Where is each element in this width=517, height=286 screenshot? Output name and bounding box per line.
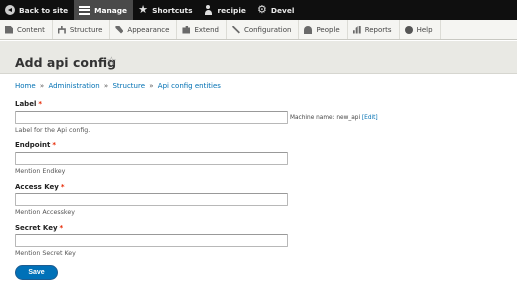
page-title: Add api config	[15, 55, 117, 70]
required-marker: *	[52, 141, 56, 149]
tray-item-label: People	[316, 25, 340, 34]
user-tab[interactable]: recipie	[198, 0, 251, 20]
breadcrumb-separator: »	[103, 82, 109, 90]
secret-key-description: Mention Secret Key	[15, 250, 76, 257]
tray-item-label: Reports	[364, 25, 392, 34]
tray-item-label: Content	[17, 25, 45, 34]
tray-item-label: Configuration	[243, 25, 292, 34]
tray-item-appearance[interactable]: Appearance	[110, 20, 178, 39]
back-to-site-link[interactable]: Back to site	[0, 0, 74, 20]
endpoint-field-label-text: Endpoint	[15, 141, 51, 149]
tray-item-label: Help	[416, 25, 433, 34]
label-input[interactable]	[15, 111, 288, 124]
tray-item-structure[interactable]: Structure	[53, 20, 111, 39]
breadcrumb-separator: »	[149, 82, 154, 90]
breadcrumb-api-config-entities[interactable]: Api config entities	[158, 82, 221, 90]
breadcrumb-home[interactable]: Home	[15, 82, 36, 90]
content-icon	[5, 25, 13, 34]
tray-item-people[interactable]: People	[299, 20, 348, 39]
hamburger-menu-icon	[79, 5, 91, 15]
tray-item-extend[interactable]: Extend	[177, 20, 227, 39]
help-icon	[404, 25, 413, 34]
breadcrumb: Home » Administration » Structure » Api …	[15, 82, 221, 90]
shortcut-star-icon[interactable]: ☆	[106, 54, 117, 68]
secret-key-field-label-text: Secret Key	[15, 224, 58, 232]
back-to-site-label: Back to site	[19, 5, 69, 15]
access-key-input[interactable]	[15, 193, 288, 206]
tray-item-reports[interactable]: Reports	[348, 20, 400, 39]
machine-name-text: Machine name: new_api	[290, 115, 361, 121]
breadcrumb-structure[interactable]: Structure	[112, 82, 145, 90]
secret-key-input[interactable]	[15, 234, 288, 247]
secret-key-field-label: Secret Key *	[15, 224, 63, 232]
access-key-field-label: Access Key *	[15, 183, 65, 191]
page-header: Add api config ☆	[0, 41, 517, 74]
label-field-label-text: Label	[15, 100, 37, 108]
required-marker: *	[59, 224, 64, 232]
label-description: Label for the Api config.	[15, 127, 91, 134]
star-icon: ★	[138, 3, 148, 16]
label-field-label: Label *	[15, 100, 42, 108]
machine-name: Machine name: new_api [Edit]	[290, 115, 378, 121]
breadcrumb-administration[interactable]: Administration	[48, 82, 99, 90]
shortcuts-tab[interactable]: ★ Shortcuts	[133, 0, 198, 20]
structure-icon	[57, 25, 66, 34]
reports-icon	[352, 25, 361, 34]
tray-item-label: Appearance	[127, 25, 170, 34]
required-marker: *	[38, 100, 43, 108]
tray-item-content[interactable]: Content	[0, 20, 53, 39]
manage-tab[interactable]: Manage	[74, 0, 134, 20]
endpoint-field-label: Endpoint *	[15, 141, 56, 149]
breadcrumb-separator: »	[39, 82, 45, 90]
tray-item-label: Extend	[194, 25, 219, 34]
required-marker: *	[60, 183, 65, 191]
tray-item-help[interactable]: Help	[400, 20, 441, 39]
manage-label: Manage	[94, 5, 128, 15]
shortcuts-label: Shortcuts	[152, 5, 193, 15]
devel-tab[interactable]: ⚙ Devel	[252, 0, 301, 20]
back-arrow-icon	[5, 5, 15, 15]
access-key-description: Mention Accesskey	[15, 209, 75, 216]
tray-item-configuration[interactable]: Configuration	[227, 20, 300, 39]
people-icon	[304, 25, 313, 34]
endpoint-description: Mention Endkey	[15, 168, 66, 175]
configuration-icon	[231, 25, 240, 34]
extend-icon	[182, 25, 191, 34]
user-icon	[203, 5, 213, 15]
endpoint-input[interactable]	[15, 152, 288, 165]
access-key-field-label-text: Access Key	[15, 183, 59, 191]
user-label: recipie	[217, 5, 246, 15]
gear-icon: ⚙	[256, 3, 267, 16]
appearance-icon	[115, 25, 124, 34]
admin-menu-tray: Content Structure Appearance Extend Conf…	[0, 20, 517, 40]
admin-toolbar: Back to site Manage ★ Shortcuts recipie …	[0, 0, 517, 20]
tray-item-label: Structure	[69, 25, 103, 34]
machine-name-edit-link[interactable]: [Edit]	[362, 115, 378, 121]
save-button[interactable]: Save	[15, 265, 58, 280]
devel-label: Devel	[270, 5, 295, 15]
